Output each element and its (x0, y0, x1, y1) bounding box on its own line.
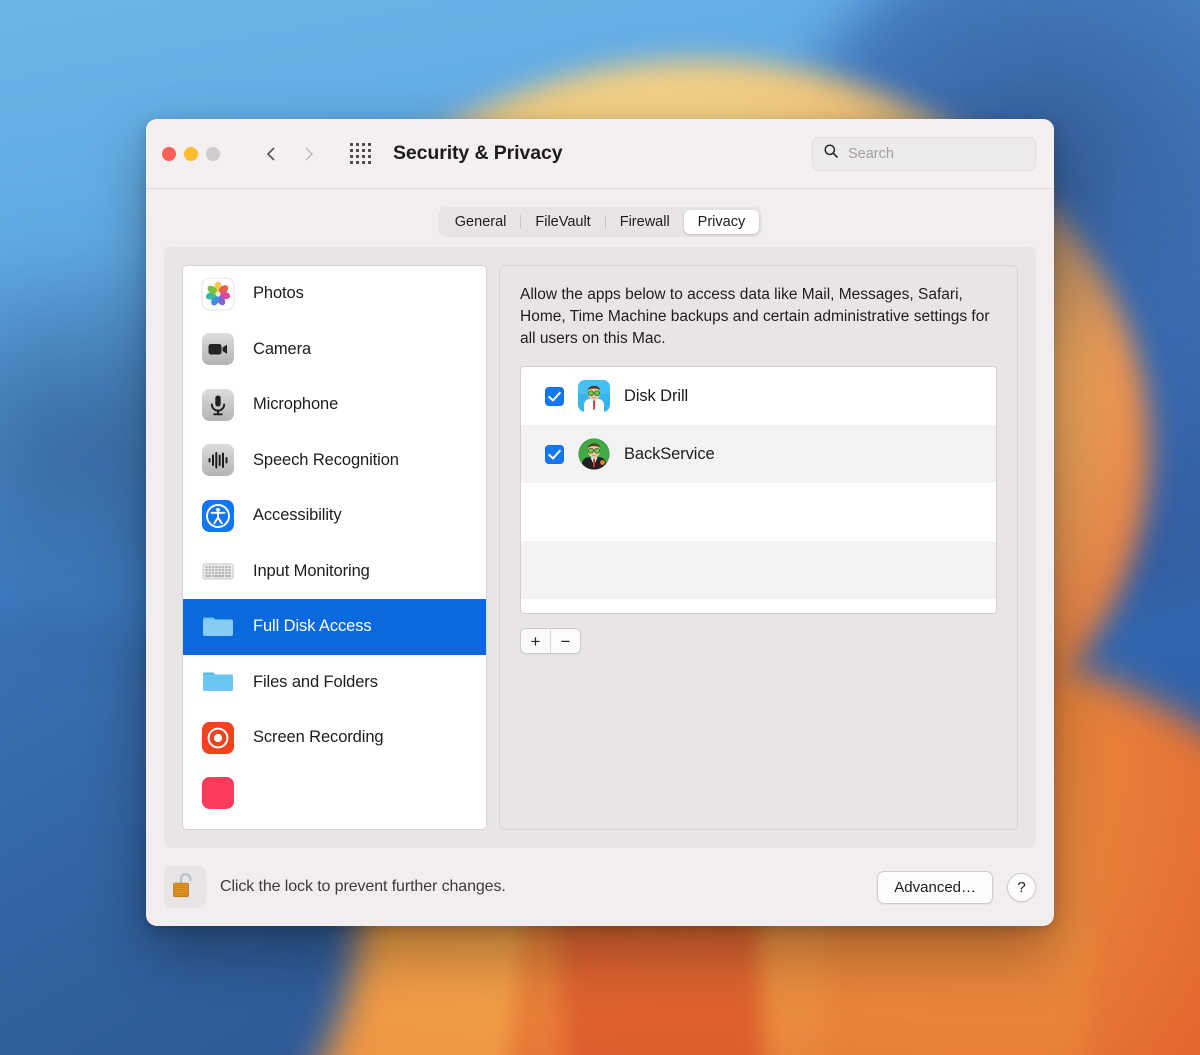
empty-row (521, 599, 996, 613)
table-row[interactable]: BackService (521, 425, 996, 484)
traffic-lights (162, 146, 220, 161)
lock-button[interactable] (164, 866, 206, 908)
sidebar-item-microphone[interactable]: Microphone (183, 377, 486, 433)
unlocked-padlock-icon (170, 869, 200, 906)
sidebar-item-full-disk-access[interactable]: Full Disk Access (183, 599, 486, 655)
sidebar-item-accessibility[interactable]: Accessibility (183, 488, 486, 544)
zoom-button[interactable] (206, 146, 220, 161)
sidebar-item-label: Full Disk Access (253, 617, 372, 636)
tab-filevault[interactable]: FileVault (521, 210, 604, 234)
back-chevron-icon[interactable] (262, 145, 280, 163)
help-button[interactable]: ? (1007, 872, 1036, 902)
privacy-content-panel: Photos Camera Microphone Speech Recognit… (164, 247, 1036, 848)
app-name: Disk Drill (624, 386, 689, 405)
advanced-button[interactable]: Advanced… (877, 870, 993, 904)
sidebar-item-photos[interactable]: Photos (183, 266, 486, 322)
page-title: Security & Privacy (393, 142, 563, 164)
sidebar-item-label: Microphone (253, 395, 339, 414)
sidebar-item-files-and-folders[interactable]: Files and Folders (183, 655, 486, 711)
sidebar-item-label: Input Monitoring (253, 561, 370, 580)
tab-privacy[interactable]: Privacy (683, 210, 760, 234)
window-titlebar: Security & Privacy Search (146, 119, 1054, 189)
table-row[interactable]: Disk Drill (521, 367, 996, 425)
sidebar-item-label: Accessibility (253, 506, 342, 525)
window-footer: Click the lock to prevent further change… (146, 848, 1054, 926)
photos-icon (201, 277, 235, 311)
app-name: BackService (624, 444, 715, 463)
backservice-icon (578, 438, 610, 470)
tab-firewall[interactable]: Firewall (606, 210, 684, 234)
security-privacy-window: Security & Privacy Search General FileVa… (146, 119, 1054, 926)
sidebar-item-input-monitoring[interactable]: Input Monitoring (183, 544, 486, 600)
accessibility-icon (201, 499, 235, 533)
tab-general[interactable]: General (441, 210, 521, 234)
empty-row (521, 483, 996, 541)
microphone-icon (201, 388, 235, 422)
lock-status-text: Click the lock to prevent further change… (220, 878, 506, 895)
camera-icon (201, 332, 235, 366)
sidebar-item-label: Photos (253, 284, 304, 303)
sidebar-item-camera[interactable]: Camera (183, 322, 486, 378)
tab-bar: General FileVault Firewall Privacy (146, 189, 1054, 247)
minimize-button[interactable] (184, 146, 198, 161)
media-icon (201, 776, 235, 810)
search-field[interactable]: Search (812, 136, 1036, 171)
show-all-grid-icon[interactable] (350, 143, 371, 164)
forward-chevron-icon[interactable] (300, 145, 318, 163)
navigation-arrows (262, 145, 318, 163)
disk-drill-icon (578, 380, 610, 413)
empty-row (521, 541, 996, 600)
sidebar-item-label: Screen Recording (253, 728, 384, 747)
remove-app-button[interactable]: − (551, 629, 580, 653)
sidebar-item-screen-recording[interactable]: Screen Recording (183, 710, 486, 766)
folder-icon (201, 610, 235, 644)
close-button[interactable] (162, 146, 176, 161)
keyboard-icon (201, 554, 235, 588)
add-app-button[interactable]: + (521, 629, 550, 653)
add-remove-bar: + − (520, 628, 997, 655)
speech-recognition-icon (201, 443, 235, 477)
app-checkbox[interactable] (545, 386, 564, 406)
sidebar-item-partial[interactable] (183, 766, 486, 822)
sidebar-item-label: Camera (253, 339, 312, 358)
allowed-apps-list[interactable]: Disk Drill BackService (520, 366, 997, 615)
folder-icon (201, 665, 235, 699)
full-disk-access-pane: Allow the apps below to access data like… (499, 265, 1018, 830)
screen-recording-icon (201, 721, 235, 755)
app-checkbox[interactable] (545, 444, 564, 464)
search-icon (823, 143, 839, 164)
sidebar-item-speech-recognition[interactable]: Speech Recognition (183, 433, 486, 489)
privacy-category-list[interactable]: Photos Camera Microphone Speech Recognit… (182, 265, 487, 830)
sidebar-item-label: Files and Folders (253, 672, 378, 691)
pane-description: Allow the apps below to access data like… (520, 286, 990, 348)
search-placeholder: Search (848, 145, 894, 162)
sidebar-item-label: Speech Recognition (253, 450, 399, 469)
